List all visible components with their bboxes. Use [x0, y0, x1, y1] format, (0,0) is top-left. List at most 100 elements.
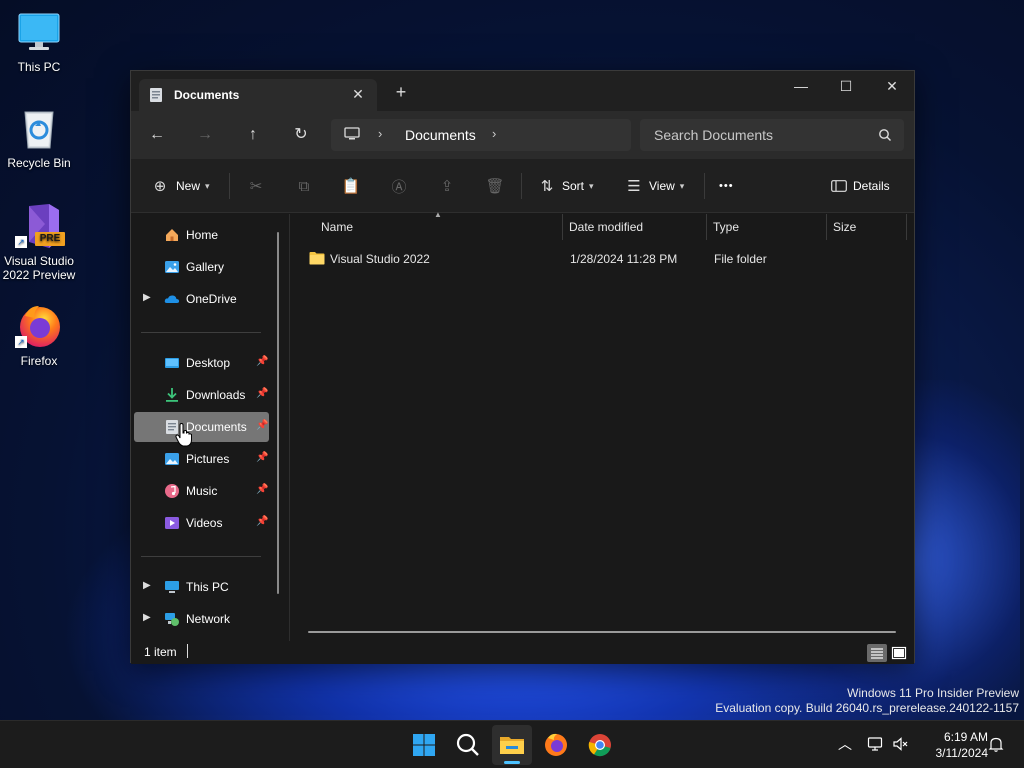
sidebar-item-videos[interactable]: Videos 📌: [134, 508, 269, 538]
pin-icon[interactable]: 📌: [256, 356, 268, 367]
sidebar-scrollbar[interactable]: [277, 232, 279, 594]
view-icon: ☰: [627, 178, 641, 195]
chevron-right-icon[interactable]: ▶: [143, 580, 151, 591]
cut-button[interactable]: ✂: [246, 176, 266, 196]
toolbar-divider: [704, 173, 705, 199]
sidebar-item-music[interactable]: Music 📌: [134, 476, 269, 506]
minimize-button[interactable]: —: [778, 71, 824, 103]
delete-button[interactable]: 🗑: [485, 176, 505, 196]
pin-icon[interactable]: 📌: [256, 388, 268, 399]
column-header-name[interactable]: Name: [290, 214, 562, 240]
toolbar-divider: [229, 173, 230, 199]
back-arrow-icon[interactable]: ←: [145, 123, 169, 147]
column-divider[interactable]: [906, 214, 907, 240]
file-explorer-taskbar-button[interactable]: [492, 725, 532, 765]
search-icon: [456, 733, 479, 756]
watermark-line-2: Evaluation copy. Build 26040.rs_prerelea…: [715, 701, 1019, 715]
home-icon: [164, 227, 180, 243]
item-count: 1 item: [144, 645, 177, 659]
paste-button[interactable]: 📋: [341, 176, 361, 196]
notification-bell-icon[interactable]: [987, 735, 1005, 753]
system-clock[interactable]: 6:19 AM 3/11/2024: [918, 729, 989, 761]
view-button[interactable]: ☰ View ▾: [624, 176, 684, 196]
sidebar-item-label: OneDrive: [186, 292, 237, 306]
sidebar-item-onedrive[interactable]: ▶ OneDrive: [134, 284, 269, 314]
new-tab-button[interactable]: +: [392, 83, 410, 101]
sort-button[interactable]: ⇅ Sort ▾: [537, 176, 594, 196]
details-view-toggle[interactable]: [867, 644, 887, 662]
start-button[interactable]: [404, 725, 444, 765]
search-taskbar-button[interactable]: [448, 725, 488, 765]
search-placeholder: Search Documents: [654, 127, 774, 143]
desktop-icon-this-pc[interactable]: This PC: [0, 8, 78, 74]
firefox-icon: ↗: [15, 302, 63, 350]
document-icon: [149, 87, 163, 103]
sidebar-item-network[interactable]: ▶ Network: [134, 604, 269, 634]
this-pc-icon: [344, 127, 360, 141]
view-label: View: [649, 179, 675, 193]
desktop-icon-firefox[interactable]: ↗ Firefox: [0, 302, 78, 368]
sidebar-item-this-pc[interactable]: ▶ This PC: [134, 572, 269, 602]
visual-studio-preview-icon: PRE ↗: [15, 202, 65, 250]
pin-icon[interactable]: 📌: [256, 420, 268, 431]
refresh-icon[interactable]: ↻: [289, 123, 313, 147]
tab-close-icon[interactable]: ✕: [349, 85, 367, 103]
breadcrumb-documents[interactable]: Documents: [405, 127, 476, 143]
status-bar: 1 item: [131, 641, 914, 664]
chevron-down-icon: ▾: [205, 180, 210, 191]
close-button[interactable]: ✕: [869, 71, 915, 103]
desktop-icon-label: Firefox: [20, 354, 58, 368]
volume-muted-icon[interactable]: [892, 735, 910, 753]
large-icons-view-toggle[interactable]: [889, 644, 909, 662]
horizontal-scrollbar[interactable]: [308, 631, 896, 633]
rename-icon: Ⓐ: [391, 178, 407, 196]
desktop-icon-recycle-bin[interactable]: Recycle Bin: [0, 104, 78, 170]
copy-button[interactable]: ⧉: [294, 176, 314, 196]
file-explorer-folder-icon: [500, 737, 524, 754]
pin-icon[interactable]: 📌: [256, 484, 268, 495]
column-header-size[interactable]: Size: [827, 214, 907, 240]
share-button[interactable]: ⇪: [437, 176, 457, 196]
sidebar-divider: [141, 332, 261, 333]
sidebar-item-label: Network: [186, 612, 231, 626]
file-date-modified: 1/28/2024 11:28 PM: [570, 252, 678, 266]
chrome-taskbar-button[interactable]: [580, 725, 620, 765]
desktop-icon-visual-studio[interactable]: PRE ↗ Visual Studio 2022 Preview: [0, 202, 78, 282]
rename-button[interactable]: Ⓐ: [389, 176, 409, 196]
navigation-bar: ← → ↑ ↻ › Documents › Search Documents: [131, 111, 914, 159]
forward-arrow-icon[interactable]: →: [193, 123, 217, 147]
column-header-type[interactable]: Type: [707, 214, 827, 240]
chevron-right-icon[interactable]: ▶: [143, 292, 151, 303]
sidebar-item-desktop[interactable]: Desktop 📌: [134, 348, 269, 378]
file-row[interactable]: Visual Studio 2022 1/28/2024 11:28 PM Fi…: [302, 247, 902, 271]
chevron-right-icon[interactable]: ▶: [143, 612, 151, 623]
pin-icon[interactable]: 📌: [256, 516, 268, 527]
column-header-date-modified[interactable]: Date modified: [563, 214, 707, 240]
sidebar-item-downloads[interactable]: Downloads 📌: [134, 380, 269, 410]
more-options-button[interactable]: •••: [719, 176, 734, 196]
address-bar[interactable]: › Documents ›: [331, 119, 631, 151]
up-arrow-icon[interactable]: ↑: [241, 123, 265, 147]
shortcut-arrow-icon: ↗: [15, 336, 27, 348]
paste-icon: 📋: [341, 178, 361, 195]
new-button[interactable]: ⊕ New ▾: [150, 176, 210, 196]
command-bar: ⊕ New ▾ ✂ ⧉ 📋 Ⓐ ⇪ 🗑 ⇅ Sort ▾ ☰ View ▾ ••…: [131, 159, 914, 213]
sidebar-item-gallery[interactable]: Gallery: [134, 252, 269, 282]
network-status-icon[interactable]: [867, 735, 885, 753]
details-button[interactable]: Details: [829, 176, 890, 196]
firefox-taskbar-button[interactable]: [536, 725, 576, 765]
sidebar-item-documents[interactable]: Documents 📌: [134, 412, 269, 442]
breadcrumb-chevron-icon[interactable]: ›: [378, 126, 382, 141]
show-hidden-icons-chevron-up-icon[interactable]: ︿: [836, 735, 854, 753]
maximize-button[interactable]: ☐: [823, 71, 869, 103]
tab-documents[interactable]: Documents ✕: [139, 79, 377, 111]
sidebar-item-home[interactable]: Home: [134, 220, 269, 250]
sidebar-item-label: Home: [186, 228, 219, 242]
column-header-label: Date modified: [569, 220, 644, 234]
sidebar-item-pictures[interactable]: Pictures 📌: [134, 444, 269, 474]
pin-icon[interactable]: 📌: [256, 452, 268, 463]
status-divider: [187, 644, 188, 658]
chevron-down-icon: ▾: [589, 180, 594, 191]
breadcrumb-chevron-icon[interactable]: ›: [492, 126, 496, 141]
search-box[interactable]: Search Documents: [640, 119, 904, 151]
